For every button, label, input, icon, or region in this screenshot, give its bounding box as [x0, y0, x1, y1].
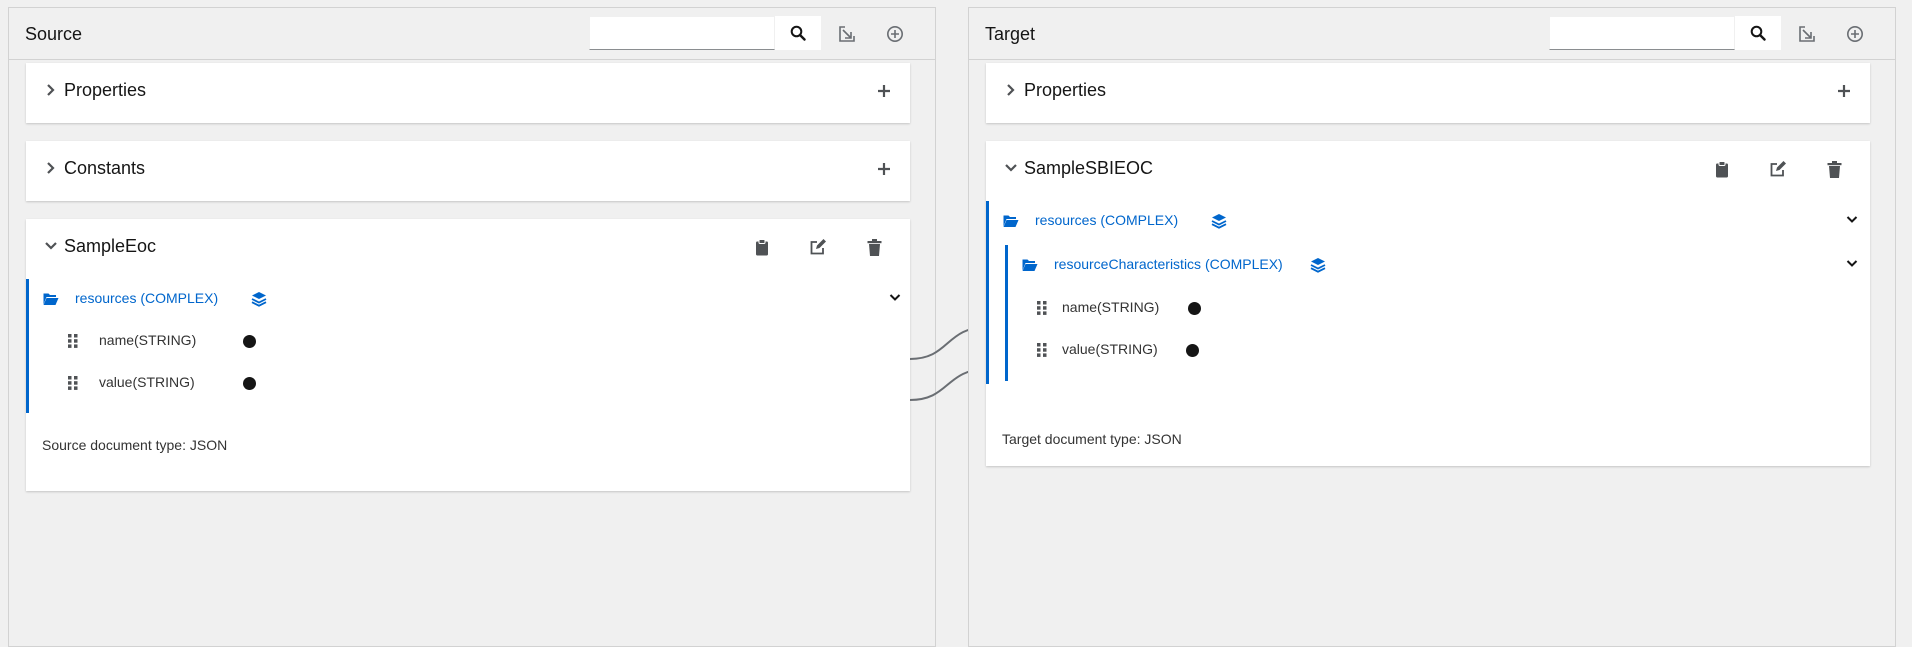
target-panel: Target Properties SampleSBIEOC resources… — [968, 7, 1896, 647]
target-field-name[interactable]: name(STRING) — [1036, 293, 1436, 323]
target-document-actions — [1712, 159, 1852, 179]
target-properties-toggle[interactable]: Properties — [986, 63, 1870, 119]
target-properties-card: Properties — [986, 63, 1870, 123]
target-document-title: SampleSBIEOC — [1024, 158, 1154, 178]
target-field-value-connector[interactable] — [1186, 344, 1199, 357]
chevron-down-icon[interactable] — [1846, 215, 1858, 227]
layers-icon — [1211, 213, 1227, 229]
chevron-down-icon — [1004, 161, 1018, 175]
plus-icon[interactable] — [1836, 83, 1852, 99]
trash-icon[interactable] — [1824, 159, 1844, 179]
grip-icon — [1036, 342, 1048, 358]
folder-open-icon — [1022, 258, 1038, 272]
chevron-down-icon[interactable] — [1846, 259, 1858, 271]
target-field-name-connector[interactable] — [1188, 302, 1201, 315]
target-panel-header: Target — [969, 8, 1895, 60]
clipboard-icon[interactable] — [1712, 159, 1732, 179]
target-document-type: Target document type: JSON — [1002, 431, 1182, 447]
target-field-value-label: value(STRING) — [1062, 341, 1158, 357]
target-add-button[interactable] — [1844, 23, 1866, 45]
target-field-value[interactable]: value(STRING) — [1036, 335, 1436, 365]
target-field-name-label: name(STRING) — [1062, 299, 1160, 315]
target-resource-characteristics-row[interactable]: resourceCharacteristics (COMPLEX) — [1008, 245, 1870, 285]
target-search-input[interactable] — [1549, 16, 1735, 50]
target-document-card: SampleSBIEOC resources (COMPLEX) resourc… — [986, 141, 1870, 466]
target-resources-node: resources (COMPLEX) resourceCharacterist… — [986, 201, 1870, 384]
grip-icon — [1036, 300, 1048, 316]
target-panel-title: Target — [985, 24, 1036, 44]
edit-icon[interactable] — [1768, 159, 1788, 179]
folder-open-icon — [1003, 214, 1019, 228]
target-resource-characteristics-node: resourceCharacteristics (COMPLEX) name(S… — [1005, 245, 1870, 381]
chevron-right-icon — [1004, 83, 1018, 97]
add-circle-icon — [1846, 25, 1864, 43]
target-search-button[interactable] — [1735, 16, 1781, 50]
target-resources-label: resources (COMPLEX) — [1035, 212, 1179, 228]
target-resources-row[interactable]: resources (COMPLEX) — [989, 201, 1870, 241]
target-resource-characteristics-label: resourceCharacteristics (COMPLEX) — [1054, 256, 1283, 272]
layers-icon — [1310, 257, 1326, 273]
search-icon — [1750, 25, 1766, 41]
target-properties-title: Properties — [1024, 80, 1107, 100]
import-icon — [1798, 25, 1816, 43]
target-import-button[interactable] — [1796, 23, 1818, 45]
